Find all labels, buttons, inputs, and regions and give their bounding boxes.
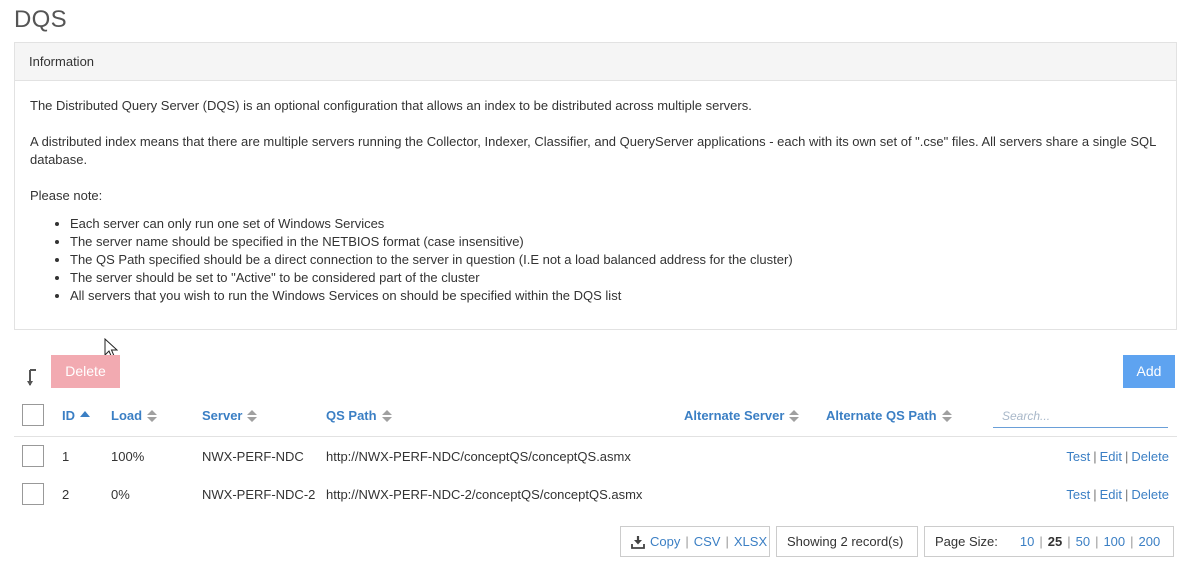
cell-id: 1 [62, 449, 70, 464]
page-size-label: Page Size: [935, 534, 998, 549]
page-size-group: Page Size: 10 | 25 | 50 | 100 | 200 [924, 526, 1174, 557]
test-link[interactable]: Test [1066, 487, 1090, 502]
cell-load: 0% [111, 487, 130, 502]
column-header-load[interactable]: Load [111, 408, 158, 423]
note-item: Each server can only run one set of Wind… [70, 215, 1161, 233]
search-input[interactable] [993, 404, 1168, 428]
page-size-50[interactable]: 50 [1076, 534, 1090, 549]
sort-icon [381, 409, 392, 422]
column-header-label: Alternate QS Path [826, 408, 937, 423]
add-button[interactable]: Add [1123, 355, 1175, 388]
edit-link[interactable]: Edit [1100, 449, 1122, 464]
download-icon [631, 535, 645, 549]
action-separator: | [1125, 487, 1129, 502]
column-header-label: QS Path [326, 408, 377, 423]
action-separator: | [1125, 449, 1129, 464]
test-link[interactable]: Test [1066, 449, 1090, 464]
page-size-200[interactable]: 200 [1139, 534, 1161, 549]
info-paragraph-1: The Distributed Query Server (DQS) is an… [30, 98, 752, 113]
column-header-alternate-server[interactable]: Alternate Server [684, 408, 800, 423]
sort-icon [247, 409, 258, 422]
row-actions: Test | Edit | Delete [1066, 487, 1169, 502]
notes-list: Each server can only run one set of Wind… [70, 215, 1161, 305]
sort-icon [789, 409, 800, 422]
column-header-label: Alternate Server [684, 408, 785, 423]
header-divider [14, 436, 1177, 437]
information-panel: Information The Distributed Query Server… [14, 42, 1177, 330]
note-label: Please note: [30, 188, 103, 203]
cell-load: 100% [111, 449, 145, 464]
cell-qs-path: http://NWX-PERF-NDC/conceptQS/conceptQS.… [326, 449, 631, 464]
cell-qs-path: http://NWX-PERF-NDC-2/conceptQS/conceptQ… [326, 487, 643, 502]
page-title: DQS [14, 6, 67, 33]
select-all-checkbox[interactable] [22, 404, 44, 426]
edit-link[interactable]: Edit [1100, 487, 1122, 502]
column-header-label: ID [62, 408, 75, 423]
sort-down-icon[interactable] [27, 368, 41, 388]
action-separator: | [1093, 487, 1097, 502]
cell-id: 2 [62, 487, 70, 502]
record-count: Showing 2 record(s) [776, 526, 918, 557]
sort-ascending-icon [80, 410, 90, 417]
column-header-label: Server [202, 408, 243, 423]
xlsx-link[interactable]: XLSX [734, 534, 767, 549]
page-size-100[interactable]: 100 [1103, 534, 1125, 549]
row-actions: Test | Edit | Delete [1066, 449, 1169, 464]
row-checkbox[interactable] [22, 445, 44, 467]
note-item: The server should be set to "Active" to … [70, 269, 1161, 287]
column-header-qs-path[interactable]: QS Path [326, 408, 392, 423]
column-header-alternate-qs-path[interactable]: Alternate QS Path [826, 408, 952, 423]
delete-button[interactable]: Delete [51, 355, 120, 388]
delete-link[interactable]: Delete [1131, 487, 1169, 502]
page-size-25[interactable]: 25 [1048, 534, 1062, 549]
panel-heading: Information [15, 43, 1176, 81]
note-item: All servers that you wish to run the Win… [70, 287, 1161, 305]
note-item: The QS Path specified should be a direct… [70, 251, 1161, 269]
note-item: The server name should be specified in t… [70, 233, 1161, 251]
sort-icon [941, 409, 952, 422]
page-size-10[interactable]: 10 [1020, 534, 1034, 549]
row-checkbox[interactable] [22, 483, 44, 505]
column-header-id[interactable]: ID [62, 408, 90, 423]
info-paragraph-2: A distributed index means that there are… [30, 134, 1156, 167]
column-header-label: Load [111, 408, 143, 423]
cell-server: NWX-PERF-NDC [202, 449, 304, 464]
action-separator: | [1093, 449, 1097, 464]
export-group: Copy | CSV | XLSX [620, 526, 770, 557]
panel-body: The Distributed Query Server (DQS) is an… [15, 81, 1176, 305]
csv-link[interactable]: CSV [694, 534, 721, 549]
sort-icon [147, 409, 158, 422]
column-header-server[interactable]: Server [202, 408, 258, 423]
copy-link[interactable]: Copy [650, 534, 680, 549]
cell-server: NWX-PERF-NDC-2 [202, 487, 316, 502]
delete-link[interactable]: Delete [1131, 449, 1169, 464]
